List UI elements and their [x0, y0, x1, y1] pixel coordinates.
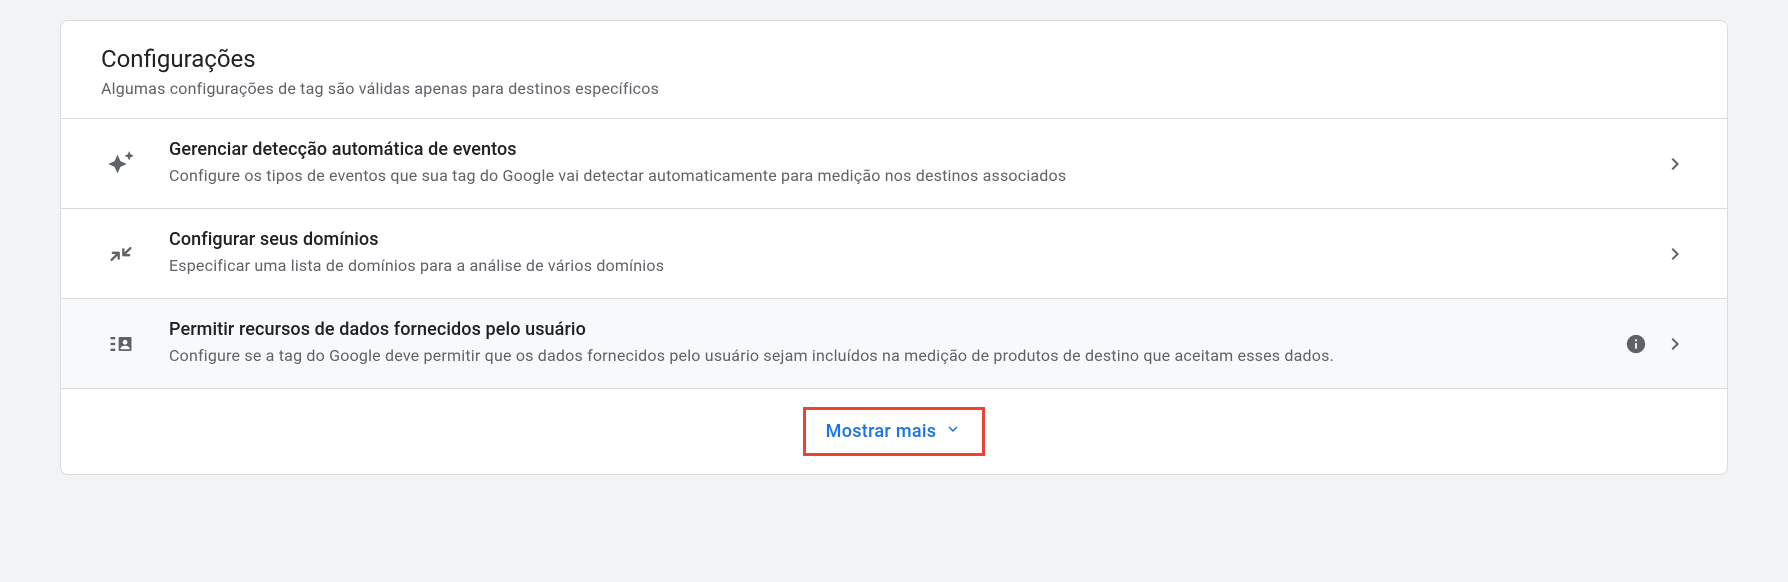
sparkle-icon — [101, 150, 141, 178]
card-subtitle: Algumas configurações de tag são válidas… — [101, 79, 1687, 98]
row-content: Configurar seus domínios Especificar uma … — [169, 229, 1643, 278]
chevron-right-icon — [1663, 332, 1687, 356]
user-data-icon — [101, 330, 141, 358]
info-icon[interactable] — [1625, 333, 1647, 355]
arrows-in-icon — [101, 240, 141, 268]
show-more-row: Mostrar mais — [61, 388, 1727, 474]
show-more-button[interactable]: Mostrar mais — [803, 407, 986, 456]
settings-card: Configurações Algumas configurações de t… — [60, 20, 1728, 475]
row-content: Permitir recursos de dados fornecidos pe… — [169, 319, 1605, 368]
row-description: Configure os tipos de eventos que sua ta… — [169, 164, 1643, 188]
settings-row[interactable]: Permitir recursos de dados fornecidos pe… — [61, 298, 1727, 388]
row-title: Permitir recursos de dados fornecidos pe… — [169, 319, 1605, 340]
settings-row[interactable]: Configurar seus domínios Especificar uma … — [61, 208, 1727, 298]
row-actions — [1663, 152, 1687, 176]
chevron-down-icon — [944, 420, 962, 443]
row-content: Gerenciar detecção automática de eventos… — [169, 139, 1643, 188]
row-title: Gerenciar detecção automática de eventos — [169, 139, 1643, 160]
row-actions — [1625, 332, 1687, 356]
settings-row[interactable]: Gerenciar detecção automática de eventos… — [61, 118, 1727, 208]
chevron-right-icon — [1663, 242, 1687, 266]
row-title: Configurar seus domínios — [169, 229, 1643, 250]
row-actions — [1663, 242, 1687, 266]
card-header: Configurações Algumas configurações de t… — [61, 21, 1727, 118]
card-title: Configurações — [101, 45, 1687, 73]
row-description: Especificar uma lista de domínios para a… — [169, 254, 1643, 278]
chevron-right-icon — [1663, 152, 1687, 176]
show-more-label: Mostrar mais — [826, 421, 937, 442]
row-description: Configure se a tag do Google deve permit… — [169, 344, 1605, 368]
